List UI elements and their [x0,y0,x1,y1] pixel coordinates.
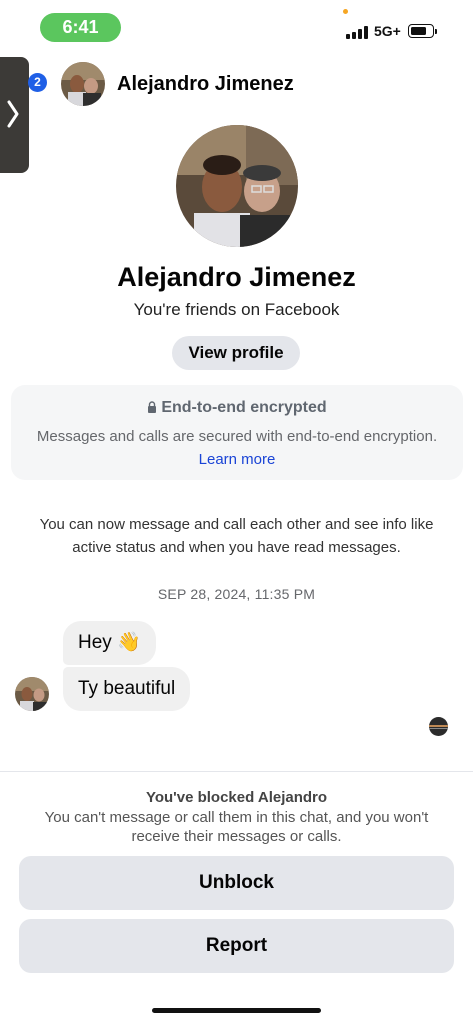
profile-avatar[interactable] [176,125,298,247]
learn-more-link[interactable]: Learn more [199,451,276,468]
home-indicator[interactable] [152,1008,321,1013]
signal-bars-icon [346,26,370,39]
mic-indicator-dot [343,9,348,14]
avatar[interactable] [61,62,105,106]
encryption-card: End-to-end encrypted Messages and calls … [11,385,463,480]
status-time: 6:41 [40,13,121,42]
lock-icon [147,401,157,413]
network-type: 5G+ [374,23,401,39]
encryption-body-text: Messages and calls are secured with end-… [36,428,438,445]
encryption-title: End-to-end encrypted [11,399,463,417]
encryption-title-text: End-to-end encrypted [161,399,327,416]
header-contact-name[interactable]: Alejandro Jimenez [117,73,294,96]
message-bubble[interactable]: Ty beautiful [63,667,191,711]
battery-icon [408,24,434,38]
sender-avatar[interactable] [15,677,49,711]
unread-badge[interactable]: 2 [28,73,47,92]
chat-header: 2 Alejandro Jimenez [0,58,473,110]
message-timestamp: SEP 28, 2024, 11:35 PM [157,586,316,602]
blocked-description: You can't message or call them in this c… [44,809,429,845]
profile-name: Alejandro Jimenez [117,262,356,292]
battery-cap [435,29,437,34]
status-bar: 6:41 5G+ [0,0,473,52]
report-button[interactable]: Report [19,919,454,973]
message-bubble[interactable]: Hey 👋 [63,621,156,665]
profile-subtitle: You're friends on Facebook [133,300,340,319]
view-profile-button[interactable]: View profile [172,336,300,370]
connection-info-text: You can now message and call each other … [39,516,434,556]
encryption-body: Messages and calls are secured with end-… [31,425,443,471]
read-receipt-avatar [429,717,448,736]
footer-divider [0,771,473,772]
unblock-button[interactable]: Unblock [19,856,454,910]
blocked-title: You've blocked Alejandro [145,789,328,806]
